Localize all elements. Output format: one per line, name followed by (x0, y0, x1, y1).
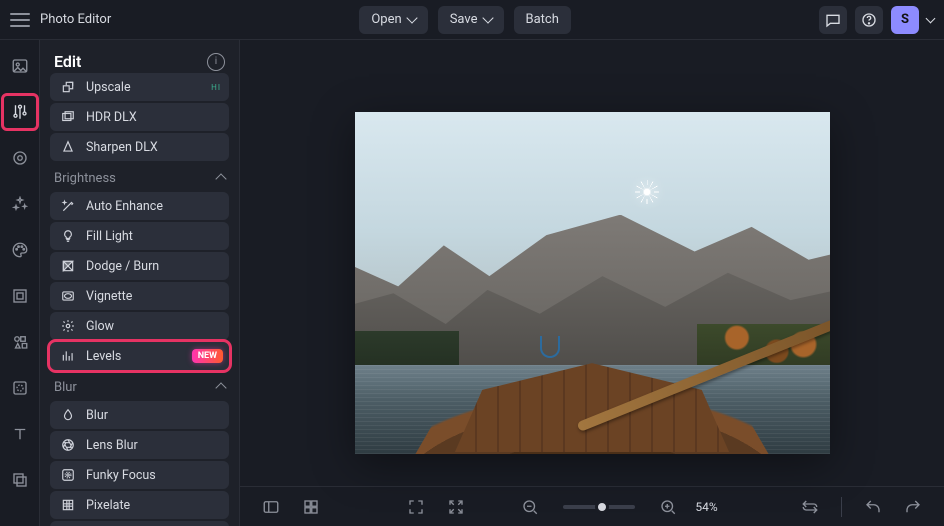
tool-vignette[interactable]: Vignette (50, 282, 229, 310)
tool-auto-enhance[interactable]: Auto Enhance (50, 192, 229, 220)
hdr-icon (60, 109, 76, 125)
tool-sharpen[interactable]: Sharpen DLX (50, 133, 229, 161)
panel-scroll[interactable]: Upscale HDR DLX Sharpen DLX Brightness (40, 73, 239, 526)
canvas[interactable] (240, 40, 944, 486)
zoom-slider[interactable] (563, 505, 635, 509)
tool-blur[interactable]: Blur (50, 401, 229, 429)
rail-graphics[interactable] (4, 326, 36, 358)
spiral-icon (60, 467, 76, 483)
top-bar-right: S (819, 6, 934, 34)
tool-blur-edges[interactable]: Blur Edges (50, 521, 229, 526)
zoom-in-icon[interactable] (655, 494, 681, 520)
wand-icon (60, 198, 76, 214)
rail-text[interactable] (4, 418, 36, 450)
tool-levels[interactable]: Levels NEW (50, 342, 229, 370)
aperture-icon (60, 437, 76, 453)
rail-touchup[interactable] (4, 142, 36, 174)
tool-label: Lens Blur (86, 438, 138, 453)
tool-label: Vignette (86, 289, 132, 304)
tool-label: Blur (86, 408, 108, 423)
rail-textures[interactable] (4, 372, 36, 404)
group-label: Brightness (54, 171, 116, 186)
chevron-down-icon (406, 12, 417, 23)
new-badge: NEW (192, 349, 223, 363)
group-blur-header[interactable]: Blur (50, 370, 229, 401)
rail-artistic[interactable] (4, 234, 36, 266)
rail-edit[interactable] (4, 96, 36, 128)
chevron-up-icon (215, 173, 226, 184)
tool-hdr[interactable]: HDR DLX (50, 103, 229, 131)
vignette-icon (60, 288, 76, 304)
actual-size-icon[interactable] (443, 494, 469, 520)
redo-icon[interactable] (900, 494, 926, 520)
group-brightness-header[interactable]: Brightness (50, 161, 229, 192)
batch-button-label: Batch (526, 12, 559, 27)
tool-lens-blur[interactable]: Lens Blur (50, 431, 229, 459)
tool-pixelate[interactable]: Pixelate (50, 491, 229, 519)
feedback-icon[interactable] (819, 6, 847, 34)
tool-glow[interactable]: Glow (50, 312, 229, 340)
compare-icon[interactable] (797, 494, 823, 520)
open-button-label: Open (371, 12, 401, 27)
group-label: Blur (54, 380, 77, 395)
chevron-up-icon (215, 382, 226, 393)
avatar[interactable]: S (891, 6, 919, 34)
rail-layers[interactable] (4, 464, 36, 496)
tool-label: Fill Light (86, 229, 133, 244)
tool-label: Levels (86, 349, 121, 364)
sharpen-icon (60, 139, 76, 155)
app-title: Photo Editor (40, 12, 111, 27)
divider (841, 497, 842, 517)
drop-icon (60, 407, 76, 423)
tool-label: Sharpen DLX (86, 140, 158, 155)
save-button-label: Save (450, 12, 478, 27)
bottom-bar: 54% (240, 486, 944, 526)
help-icon[interactable] (855, 6, 883, 34)
open-button[interactable]: Open (359, 6, 427, 34)
canvas-area: 54% (240, 40, 944, 526)
tool-funky-focus[interactable]: Funky Focus (50, 461, 229, 489)
zoom-out-icon[interactable] (517, 494, 543, 520)
chevron-down-icon (482, 12, 493, 23)
levels-icon (60, 348, 76, 364)
rail-frames[interactable] (4, 280, 36, 312)
upscale-icon (60, 79, 76, 95)
save-button[interactable]: Save (438, 6, 504, 34)
top-bar-center: Open Save Batch (359, 6, 571, 34)
batch-button[interactable]: Batch (514, 6, 571, 34)
tool-label: Funky Focus (86, 468, 156, 483)
photo-preview (355, 112, 830, 454)
tool-label: Dodge / Burn (86, 259, 159, 274)
tool-label: Auto Enhance (86, 199, 163, 214)
tool-label: Upscale (86, 80, 131, 95)
tool-upscale[interactable]: Upscale (50, 73, 229, 101)
fit-screen-icon[interactable] (403, 494, 429, 520)
chevron-down-icon[interactable] (926, 13, 936, 23)
tool-label: Pixelate (86, 498, 130, 513)
menu-icon[interactable] (10, 13, 30, 27)
bulb-icon (60, 228, 76, 244)
toggle-panel-icon[interactable] (258, 494, 284, 520)
tool-dodge-burn[interactable]: Dodge / Burn (50, 252, 229, 280)
tool-fill-light[interactable]: Fill Light (50, 222, 229, 250)
undo-icon[interactable] (860, 494, 886, 520)
grid-icon (60, 497, 76, 513)
zoom-label: 54% (695, 500, 717, 514)
tool-rail (0, 40, 40, 526)
gear-icon (60, 318, 76, 334)
info-icon[interactable]: i (207, 53, 225, 71)
edit-panel: Edit i Upscale HDR DLX Sharpen DLX (40, 40, 240, 526)
contrast-icon (60, 258, 76, 274)
rail-effects[interactable] (4, 188, 36, 220)
grid-view-icon[interactable] (298, 494, 324, 520)
panel-title: Edit (54, 52, 81, 71)
top-bar: Photo Editor Open Save Batch S (0, 0, 944, 40)
rail-image[interactable] (4, 50, 36, 82)
tool-label: Glow (86, 319, 114, 334)
tool-label: HDR DLX (86, 110, 137, 125)
